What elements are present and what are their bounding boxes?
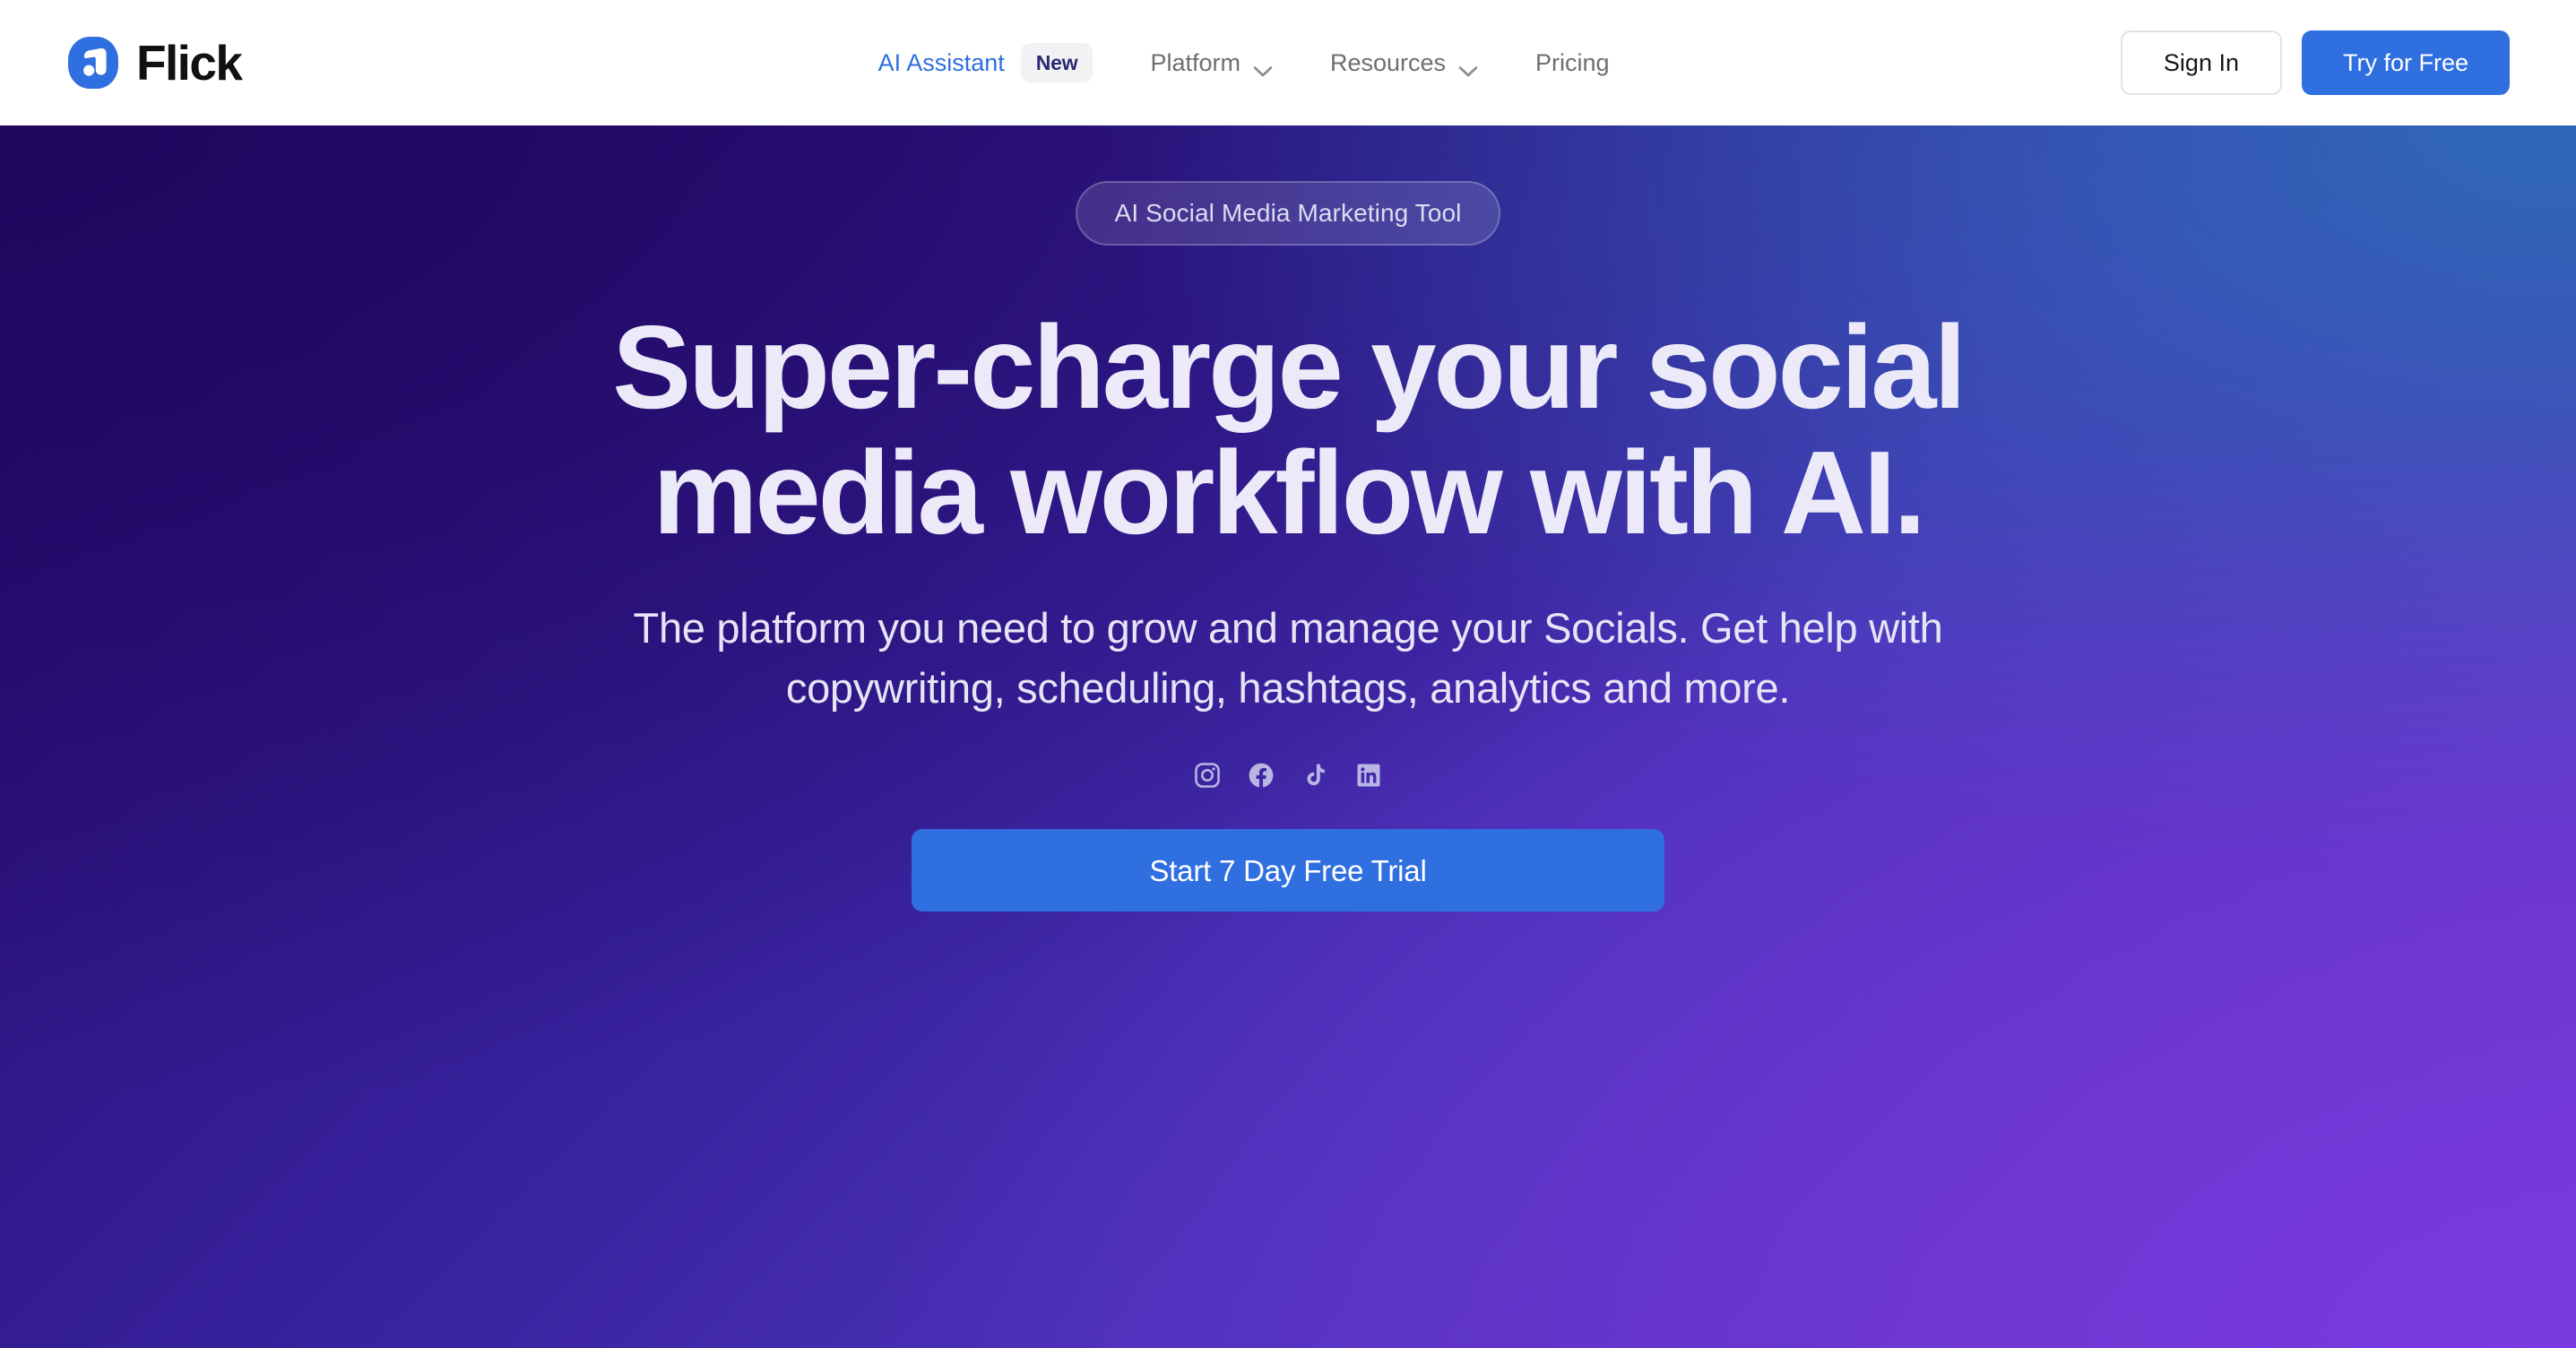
nav-item-platform[interactable]: Platform (1121, 48, 1301, 76)
chevron-down-icon (1253, 57, 1273, 76)
nav-item-ai-assistant[interactable]: AI Assistant New (850, 43, 1122, 82)
brand-logo-link[interactable]: Flick (66, 34, 243, 91)
page-title: Super-charge your social media workflow w… (612, 305, 1967, 558)
nav-item-resources[interactable]: Resources (1301, 48, 1507, 76)
chevron-down-icon (1458, 57, 1478, 76)
start-free-trial-button[interactable]: Start 7 Day Free Trial (912, 829, 1664, 912)
hero-content: AI Social Media Marketing Tool Super-cha… (302, 125, 2274, 912)
nav-item-label: AI Assistant (877, 48, 1005, 76)
main-nav: AI Assistant New Platform Resources Pric… (402, 43, 2085, 82)
header-actions: Sign In Try for Free (2120, 30, 2510, 95)
social-links-row (1191, 759, 1385, 791)
page-root: Flick AI Assistant New Platform Resource… (0, 0, 2576, 1348)
instagram-icon[interactable] (1191, 759, 1223, 791)
nav-item-label: Pricing (1535, 48, 1610, 76)
nav-item-label: Platform (1150, 48, 1240, 76)
flick-logo-icon (66, 36, 120, 90)
brand-name: Flick (136, 34, 243, 91)
hero-badge-pill: AI Social Media Marketing Tool (1075, 181, 1501, 246)
sign-in-button[interactable]: Sign In (2120, 30, 2282, 95)
nav-item-pricing[interactable]: Pricing (1507, 48, 1638, 76)
hero-title-line-1: Super-charge your social (612, 301, 1967, 433)
hero-section: AI Social Media Marketing Tool Super-cha… (0, 125, 2576, 1348)
linkedin-icon[interactable] (1353, 759, 1385, 791)
facebook-icon[interactable] (1245, 759, 1277, 791)
hero-subtitle: The platform you need to grow and manage… (633, 603, 1943, 712)
nav-item-label: Resources (1329, 48, 1447, 76)
try-for-free-button[interactable]: Try for Free (2301, 30, 2510, 95)
nav-badge-new: New (1020, 43, 1094, 82)
tiktok-icon[interactable] (1299, 759, 1331, 791)
hero-title-line-2: media workflow with AI. (653, 426, 1926, 558)
site-header: Flick AI Assistant New Platform Resource… (0, 0, 2576, 125)
